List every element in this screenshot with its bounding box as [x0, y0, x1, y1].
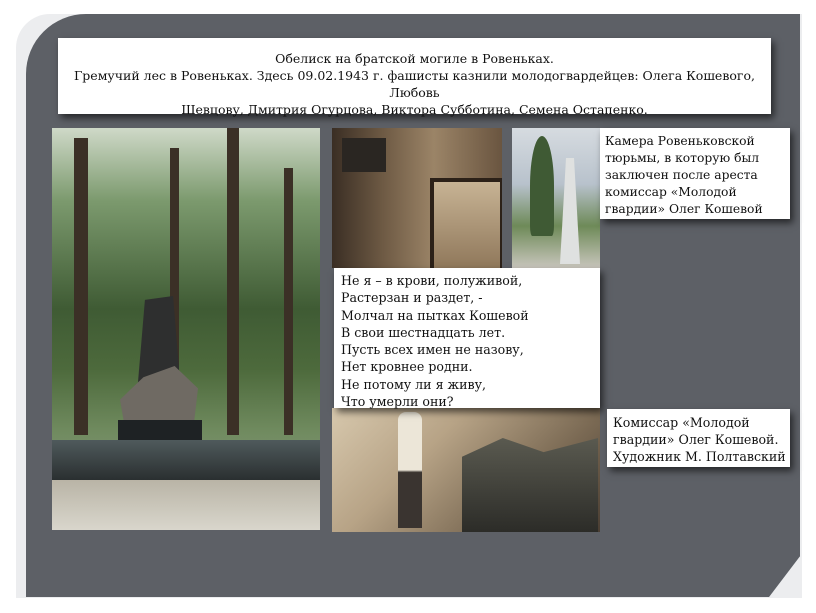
caption-line: тюрьмы, в которую был [605, 151, 760, 165]
poem-line: Что умерли они? [341, 394, 454, 410]
poem-line: В свои шестнадцать лет. [341, 324, 506, 340]
poem-line: Молчал на пытках Кошевой [341, 307, 529, 323]
poem-line: Растерзан и раздет, - [341, 290, 483, 306]
caption-line: гвардии» Олег Кошевой. [613, 432, 779, 447]
caption-line: комиссар «Молодой [605, 185, 737, 199]
caption-line: гвардии» Олег Кошевой [605, 202, 763, 216]
caption-line: Комиссар «Молодой [613, 415, 750, 430]
tree-trunk [227, 128, 239, 435]
cell-doorway [430, 178, 502, 268]
memorial-forest-photo [52, 128, 320, 530]
painting-caption: Комиссар «Молодой гвардии» Олег Кошевой.… [607, 409, 790, 467]
poplar-tree [530, 136, 554, 236]
memorial-rock [120, 366, 198, 422]
painted-officers [462, 438, 598, 532]
poem-box: Не я – в крови, полуживой, Растерзан и р… [334, 268, 600, 410]
wall-plaque [342, 138, 386, 172]
painted-figure [398, 412, 422, 528]
poem-line: Не я – в крови, полуживой, [341, 273, 523, 288]
caption-line: Камера Ровеньковской [605, 134, 755, 148]
obelisk [560, 158, 580, 264]
title-caption: Обелиск на братской могиле в Ровеньках. … [58, 38, 771, 117]
poem-line: Не потому ли я живу, [341, 376, 487, 392]
caption-line: заключен после ареста [605, 168, 758, 182]
title-line-2: Гремучий лес в Ровеньках. Здесь 09.02.19… [74, 68, 755, 100]
caption-line: Художник М. Полтавский [613, 449, 786, 464]
poem-line: Пусть всех имен не назову, [341, 342, 524, 358]
tree-trunk [284, 168, 293, 435]
painting-photo [332, 408, 600, 532]
obelisk-photo [512, 128, 600, 268]
tree-trunk [74, 138, 88, 435]
memorial-plinth [52, 440, 320, 480]
prison-cell-photo [332, 128, 502, 268]
poem-line: Нет кровнее родни. [341, 359, 473, 375]
title-line-1: Обелиск на братской могиле в Ровеньках. [275, 51, 554, 66]
prison-cell-caption: Камера Ровеньковской тюрьмы, в которую б… [600, 128, 790, 219]
memorial-path [52, 480, 320, 530]
title-line-3: Шевцову, Дмитрия Огурцова, Виктора Суббо… [181, 102, 648, 117]
